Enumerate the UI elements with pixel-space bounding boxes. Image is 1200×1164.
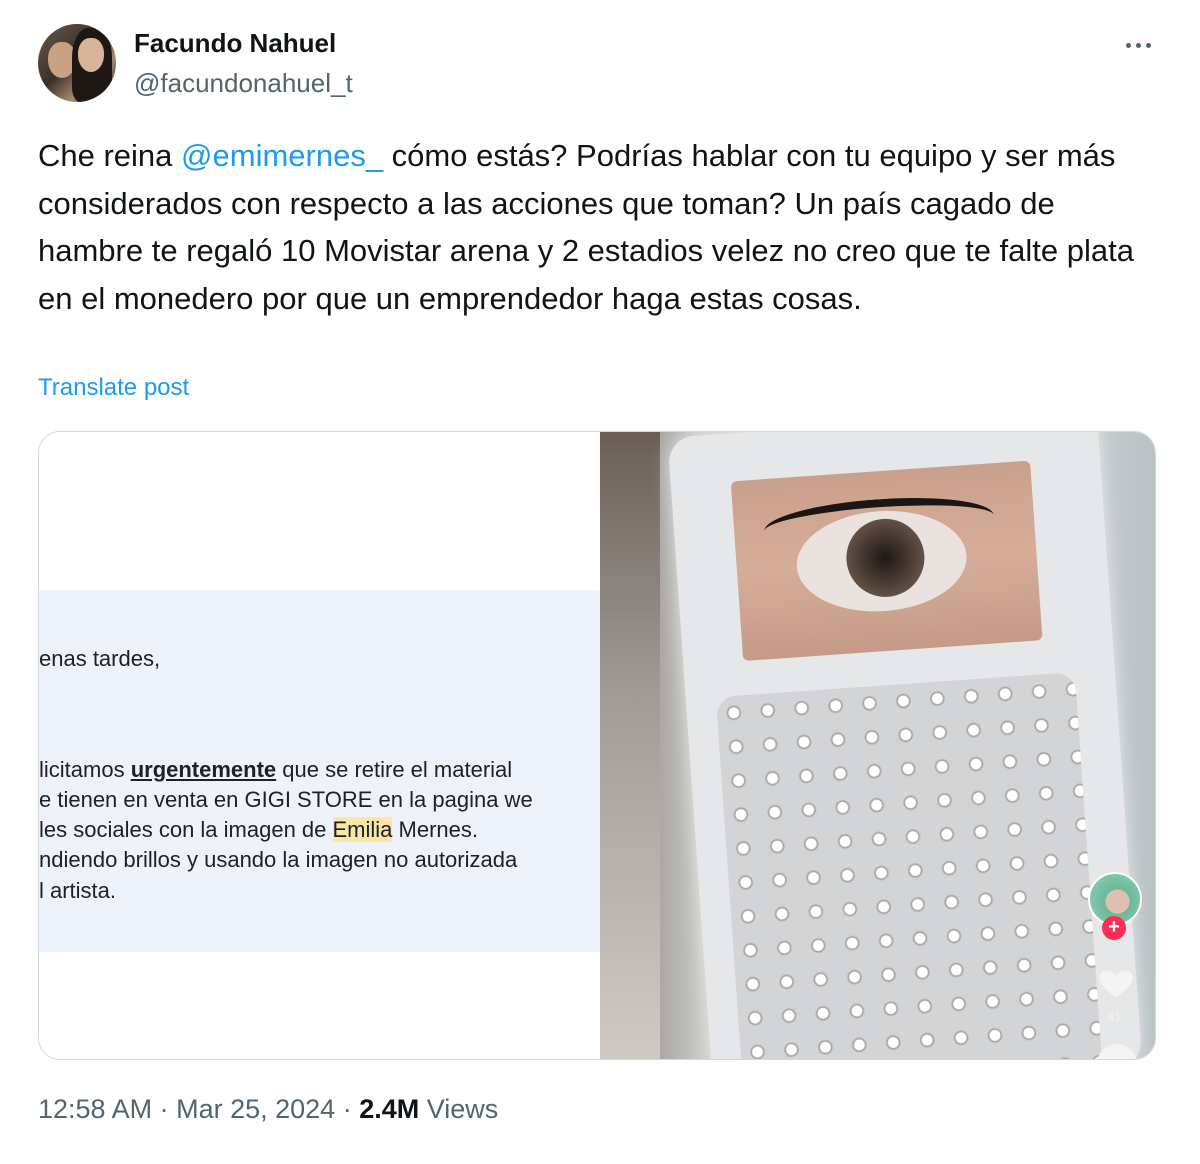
video-frame: + 91 [600, 432, 1155, 1059]
post-time[interactable]: 12:58 AM [38, 1094, 152, 1124]
email-highlight: Emilia [332, 817, 393, 842]
tweet: Facundo Nahuel @facundonahuel_t Che rein… [0, 0, 1200, 1164]
email-text: les sociales con la imagen de [39, 817, 333, 842]
plus-icon[interactable]: + [1102, 916, 1126, 940]
mention-link[interactable]: @emimernes_ [181, 138, 383, 173]
post-meta: 12:58 AM · Mar 25, 2024 · 2.4M Views [38, 1094, 498, 1125]
email-line: licitamos urgentemente que se retire el … [39, 757, 512, 783]
email-greeting: enas tardes, [39, 646, 161, 671]
tweet-text-part: Che reina [38, 138, 182, 173]
email-text: que se retire el material [276, 757, 513, 782]
email-line: les sociales con la imagen de Emilia Mer… [39, 817, 478, 843]
more-dot-icon [1125, 42, 1131, 48]
more-dot-icon [1145, 42, 1151, 48]
email-screenshot: enas tardes, licitamos urgentemente que … [39, 432, 600, 1059]
background-shelf [600, 432, 660, 1059]
author-avatar[interactable] [38, 24, 116, 102]
media-attachment[interactable]: enas tardes, licitamos urgentemente que … [38, 431, 1156, 1060]
eye-image [730, 460, 1043, 662]
more-options-button[interactable] [1116, 30, 1160, 60]
post-date[interactable]: Mar 25, 2024 [176, 1094, 335, 1124]
views-label: Views [419, 1094, 499, 1124]
heart-icon[interactable] [1096, 962, 1136, 1002]
avatar-person-2 [78, 38, 104, 72]
meta-separator: · [335, 1094, 360, 1124]
translate-post-link[interactable]: Translate post [38, 374, 189, 402]
gem-stickers [715, 671, 1103, 1059]
email-line: e tienen en venta en GIGI STORE en la pa… [39, 787, 533, 812]
meta-separator: · [152, 1094, 177, 1124]
email-line: ndiendo brillos y usando la imagen no au… [39, 847, 518, 872]
like-count: 91 [1108, 1010, 1122, 1024]
author-handle[interactable]: @facundonahuel_t [134, 68, 353, 99]
views-count: 2.4M [359, 1094, 420, 1124]
email-text: Mernes. [392, 817, 478, 842]
author-display-name[interactable]: Facundo Nahuel [134, 28, 336, 59]
tweet-text: Che reina @emimernes_ cómo estás? Podría… [38, 132, 1168, 322]
email-text: licitamos [39, 757, 131, 782]
more-dot-icon [1135, 42, 1141, 48]
email-line: l artista. [39, 878, 117, 903]
product-card [667, 432, 1143, 1059]
email-emphasis: urgentemente [130, 757, 277, 782]
